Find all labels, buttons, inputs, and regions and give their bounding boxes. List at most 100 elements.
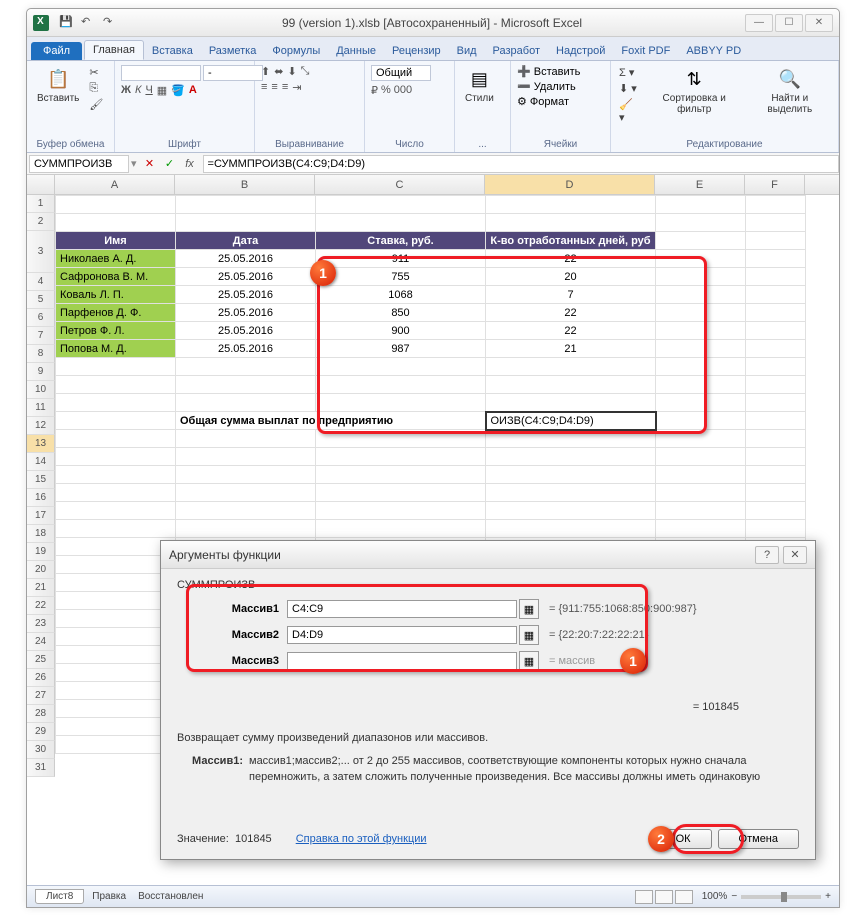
underline-icon[interactable]: Ч: [145, 84, 152, 97]
save-icon[interactable]: 💾: [59, 15, 75, 31]
row-header[interactable]: 3: [27, 231, 55, 273]
cell[interactable]: Петров Ф. Л.: [56, 322, 176, 340]
font-name-combo[interactable]: [121, 65, 201, 81]
formula-input[interactable]: =СУММПРОИЗВ(C4:C9;D4:D9): [203, 155, 839, 173]
help-link[interactable]: Справка по этой функции: [296, 833, 427, 845]
insert-cells-button[interactable]: ➕ Вставить: [517, 65, 580, 78]
fx-icon[interactable]: fx: [181, 155, 199, 173]
cell[interactable]: 987: [316, 340, 486, 358]
cell[interactable]: 25.05.2016: [176, 286, 316, 304]
clear-icon[interactable]: 🧹 ▾: [617, 97, 641, 125]
cell[interactable]: 900: [316, 322, 486, 340]
enter-formula-icon[interactable]: ✓: [161, 155, 179, 173]
comma-icon[interactable]: 000: [394, 84, 412, 97]
font-size-combo[interactable]: -: [203, 65, 263, 81]
format-painter-icon[interactable]: 🖌: [87, 97, 105, 112]
cell[interactable]: Попова М. Д.: [56, 340, 176, 358]
col-header-a[interactable]: A: [55, 175, 175, 194]
row-header[interactable]: 11: [27, 399, 55, 417]
align-right-icon[interactable]: ≡: [282, 81, 288, 94]
bold-icon[interactable]: Ж: [121, 84, 131, 97]
cell[interactable]: Николаев А. Д.: [56, 250, 176, 268]
row-header[interactable]: 5: [27, 291, 55, 309]
zoom-slider[interactable]: [741, 895, 821, 899]
cell[interactable]: 22: [486, 250, 656, 268]
tab-foxit[interactable]: Foxit PDF: [613, 42, 678, 60]
row-header[interactable]: 30: [27, 741, 55, 759]
align-center-icon[interactable]: ≡: [271, 81, 277, 94]
row-header[interactable]: 8: [27, 345, 55, 363]
row-header[interactable]: 21: [27, 579, 55, 597]
sheet-tab[interactable]: Лист8: [35, 889, 84, 904]
cell[interactable]: 1068: [316, 286, 486, 304]
cell[interactable]: Коваль Л. П.: [56, 286, 176, 304]
format-cells-button[interactable]: ⚙ Формат: [517, 95, 569, 108]
cell[interactable]: 850: [316, 304, 486, 322]
view-layout-icon[interactable]: [655, 890, 673, 904]
cell[interactable]: Парфенов Д. Ф.: [56, 304, 176, 322]
cell[interactable]: 22: [486, 322, 656, 340]
row-header[interactable]: 23: [27, 615, 55, 633]
ok-button[interactable]: ОК: [655, 829, 712, 849]
copy-icon[interactable]: ⎘: [87, 81, 105, 96]
col-header-f[interactable]: F: [745, 175, 805, 194]
tab-review[interactable]: Рецензир: [384, 42, 449, 60]
orientation-icon[interactable]: ⤡: [301, 65, 310, 78]
view-normal-icon[interactable]: [635, 890, 653, 904]
tab-developer[interactable]: Разработ: [485, 42, 548, 60]
tab-home[interactable]: Главная: [84, 40, 144, 60]
tab-view[interactable]: Вид: [449, 42, 485, 60]
cell[interactable]: 25.05.2016: [176, 322, 316, 340]
cell[interactable]: 7: [486, 286, 656, 304]
cancel-formula-icon[interactable]: ✕: [141, 155, 159, 173]
cut-icon[interactable]: ✂: [87, 65, 105, 80]
currency-icon[interactable]: ₽: [371, 84, 378, 97]
row-header[interactable]: 10: [27, 381, 55, 399]
cell[interactable]: 755: [316, 268, 486, 286]
col-header-d[interactable]: D: [485, 175, 655, 194]
cell[interactable]: 21: [486, 340, 656, 358]
row-header[interactable]: 29: [27, 723, 55, 741]
cell[interactable]: Сафронова В. М.: [56, 268, 176, 286]
range-picker-icon[interactable]: ▦: [519, 599, 539, 619]
row-header[interactable]: 20: [27, 561, 55, 579]
row-header[interactable]: 27: [27, 687, 55, 705]
percent-icon[interactable]: %: [381, 84, 391, 97]
styles-button[interactable]: ▤ Стили: [461, 65, 498, 106]
italic-icon[interactable]: К: [135, 84, 141, 97]
row-header[interactable]: 2: [27, 213, 55, 231]
tab-file[interactable]: Файл: [31, 42, 82, 60]
autosum-icon[interactable]: Σ ▾: [617, 65, 641, 80]
row-header[interactable]: 12: [27, 417, 55, 435]
find-select-button[interactable]: 🔍 Найти и выделить: [748, 65, 832, 117]
select-all-corner[interactable]: [27, 175, 55, 194]
cell[interactable]: 25.05.2016: [176, 340, 316, 358]
row-header[interactable]: 6: [27, 309, 55, 327]
redo-icon[interactable]: ↷: [103, 15, 119, 31]
font-color-icon[interactable]: A: [189, 84, 197, 97]
cell[interactable]: 25.05.2016: [176, 268, 316, 286]
delete-cells-button[interactable]: ➖ Удалить: [517, 80, 576, 93]
row-header[interactable]: 13: [27, 435, 55, 453]
row-header[interactable]: 14: [27, 453, 55, 471]
fill-color-icon[interactable]: 🪣: [171, 84, 185, 97]
total-label[interactable]: Общая сумма выплат по предприятию: [176, 412, 486, 430]
active-cell[interactable]: ОИЗВ(C4:C9;D4:D9): [486, 412, 656, 430]
indent-icon[interactable]: ⇥: [292, 81, 301, 94]
row-header[interactable]: 28: [27, 705, 55, 723]
dialog-close-button[interactable]: ✕: [783, 546, 807, 564]
border-icon[interactable]: ▦: [157, 84, 167, 97]
arg3-input[interactable]: [287, 652, 517, 670]
paste-button[interactable]: 📋 Вставить: [33, 65, 83, 106]
row-header[interactable]: 17: [27, 507, 55, 525]
row-header[interactable]: 15: [27, 471, 55, 489]
cancel-button[interactable]: Отмена: [718, 829, 799, 849]
row-header[interactable]: 9: [27, 363, 55, 381]
zoom-in-icon[interactable]: +: [825, 891, 831, 902]
arg1-input[interactable]: [287, 600, 517, 618]
undo-icon[interactable]: ↶: [81, 15, 97, 31]
tab-data[interactable]: Данные: [328, 42, 384, 60]
maximize-button[interactable]: ☐: [775, 14, 803, 32]
align-top-icon[interactable]: ⬆: [261, 65, 270, 78]
cell[interactable]: 911: [316, 250, 486, 268]
